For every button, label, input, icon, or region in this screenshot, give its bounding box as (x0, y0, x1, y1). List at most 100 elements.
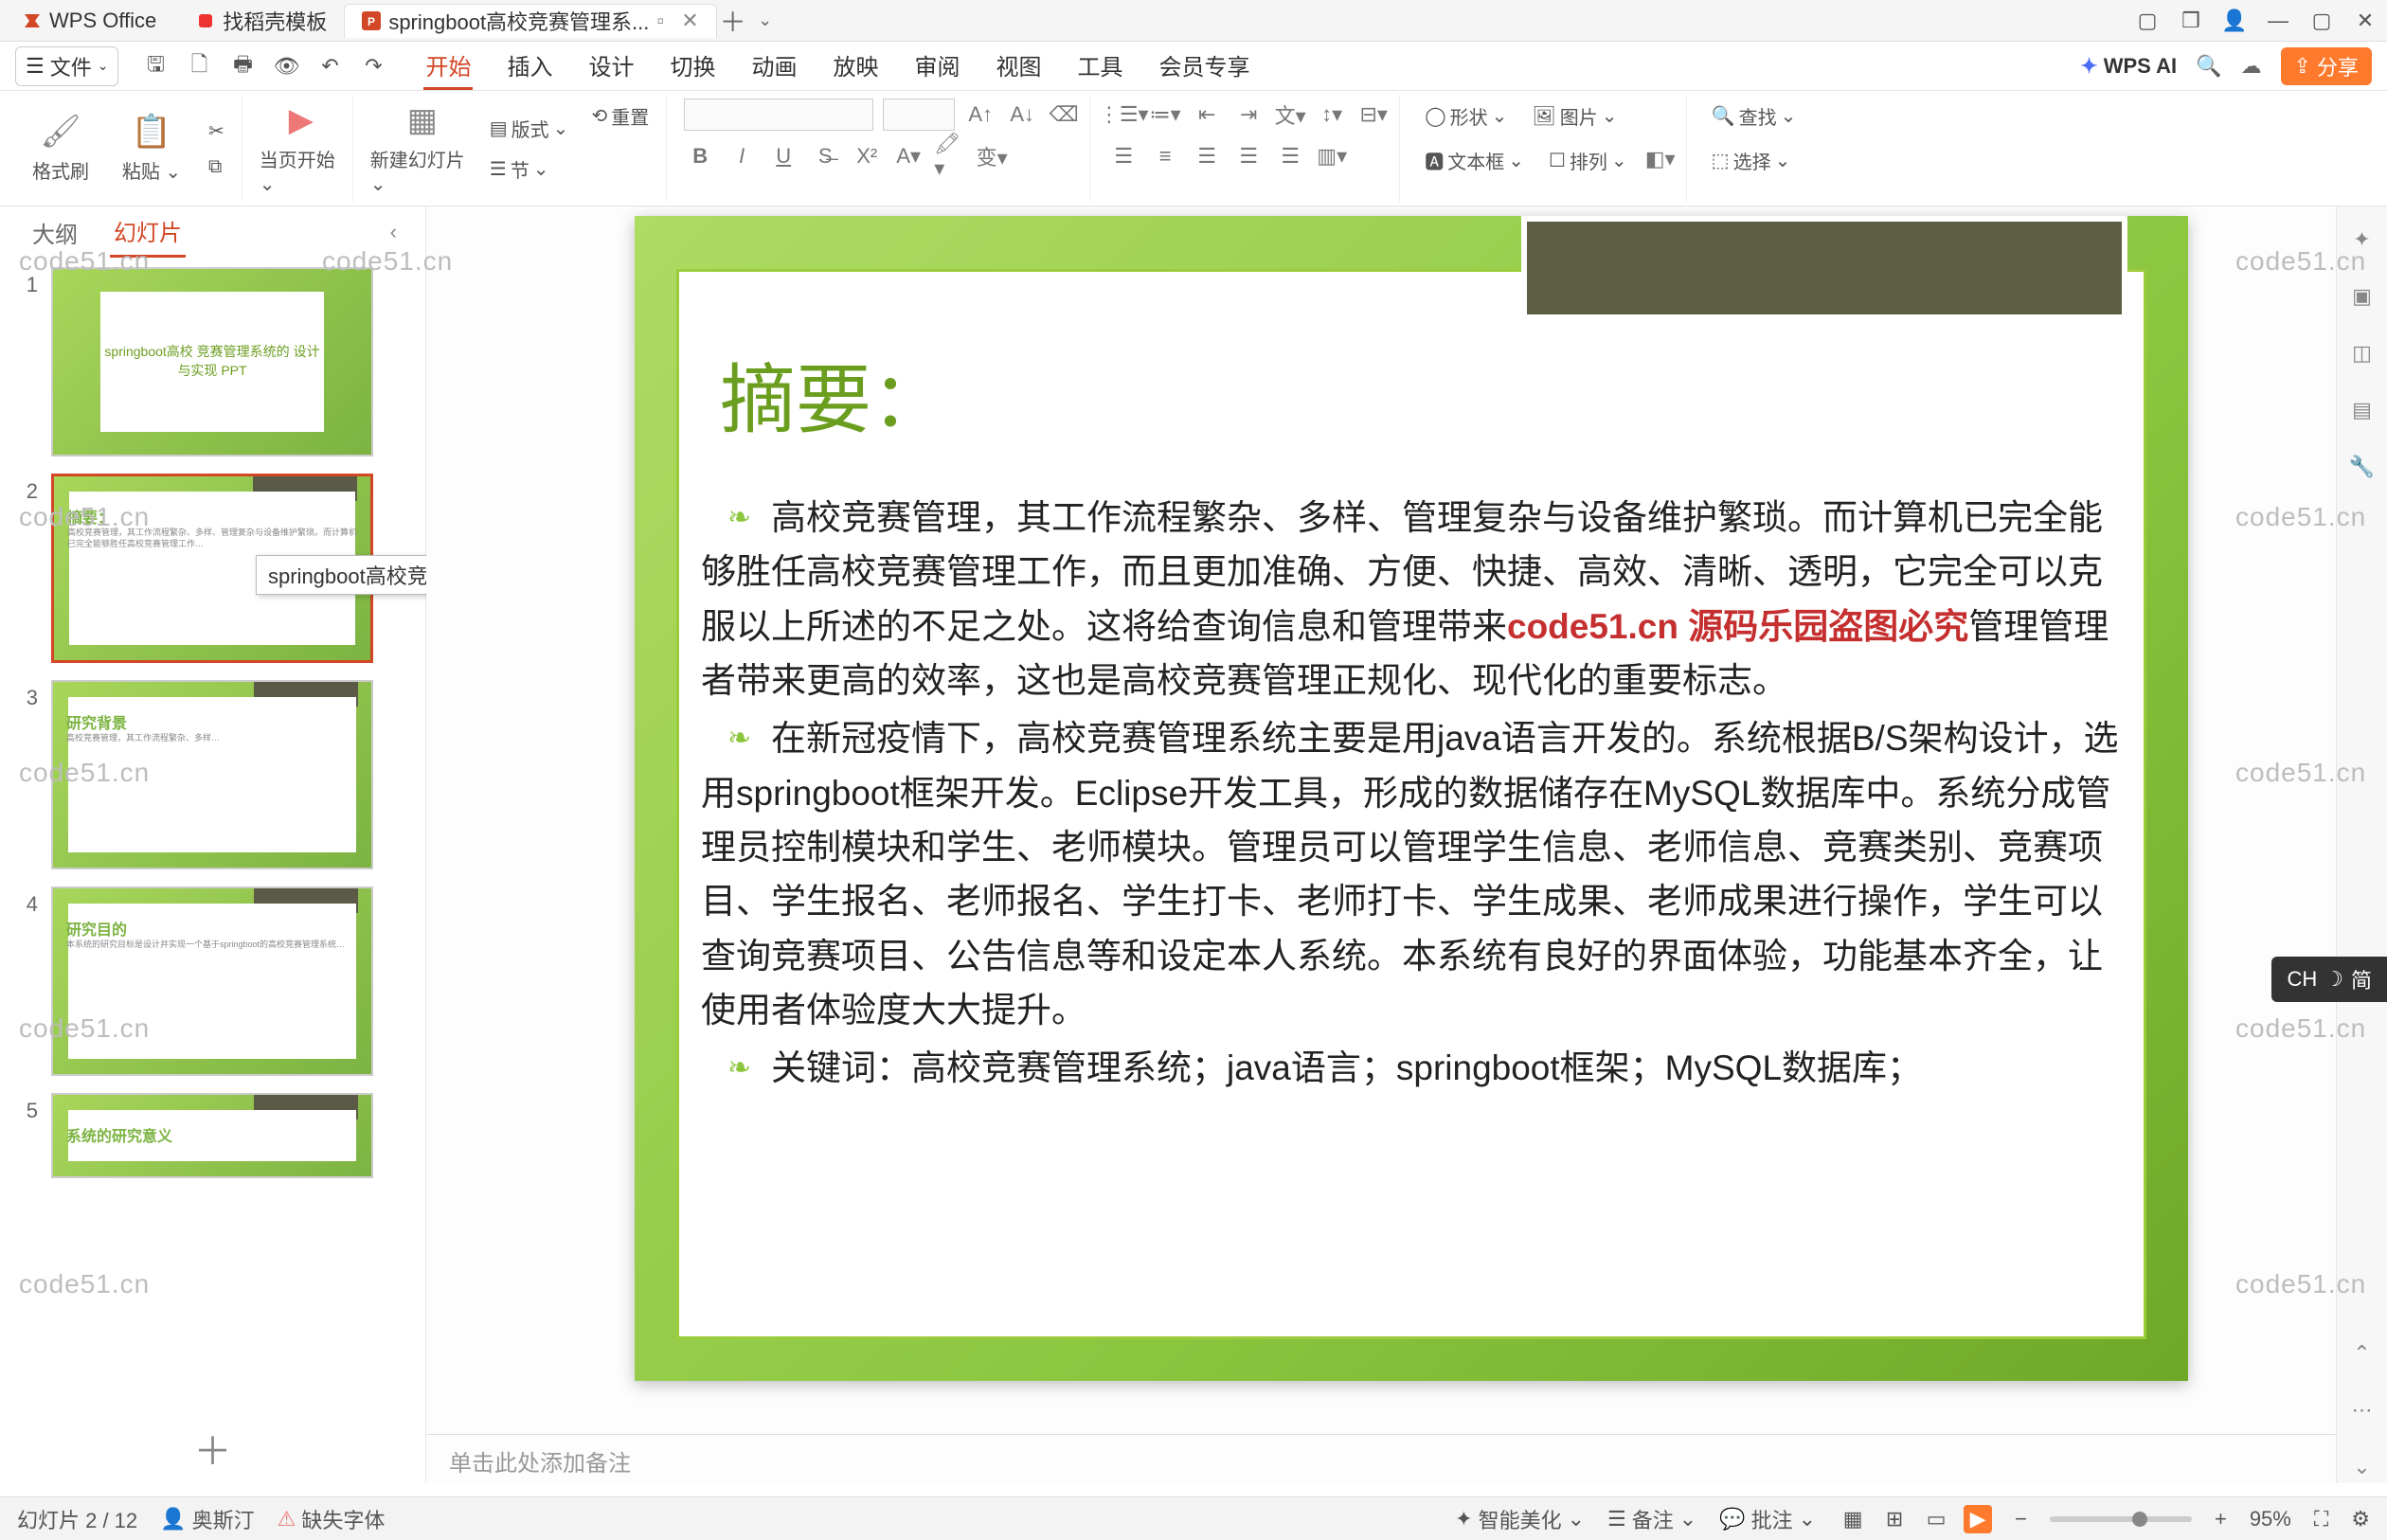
normal-view-icon[interactable]: ▦ (1839, 1505, 1867, 1533)
thumb-row-5[interactable]: 5 系统的研究意义 (13, 1093, 412, 1178)
slideshow-view-icon[interactable]: ▶ (1964, 1505, 1992, 1533)
copy-button[interactable]: ⧉ (201, 152, 232, 182)
line-spacing-icon[interactable]: ↕▾ (1316, 98, 1348, 131)
maximize-button[interactable]: ▢ (2300, 9, 2343, 33)
align-left-icon[interactable]: ☰ (1107, 140, 1140, 172)
slides-tab[interactable]: 幻灯片 (110, 206, 186, 258)
beautify-button[interactable]: ✦智能美化 ⌄ (1455, 1504, 1585, 1534)
layout-button[interactable]: ▤版式 ⌄ (482, 111, 577, 146)
thumbnail[interactable]: springboot高校 竞赛管理系统的 设计与实现 PPT (51, 267, 373, 457)
thumb-row-3[interactable]: 3 研究背景 高校竞赛管理，其工作流程繁杂、多样… (13, 680, 412, 869)
new-tab-button[interactable]: ＋ (717, 2, 749, 40)
thumb-row-1[interactable]: 1 springboot高校 竞赛管理系统的 设计与实现 PPT (13, 267, 412, 457)
comments-toggle[interactable]: 💬批注 ⌄ (1719, 1504, 1816, 1534)
avatar-icon[interactable]: 👤 (2213, 9, 2256, 33)
zoom-slider[interactable] (2050, 1516, 2192, 1522)
find-button[interactable]: 🔍查找 ⌄ (1704, 98, 1804, 134)
font-size-input[interactable] (883, 98, 955, 131)
font-family-input[interactable] (684, 98, 873, 131)
bullets-icon[interactable]: ⋮☰▾ (1107, 98, 1140, 131)
tab-review[interactable]: 审阅 (912, 43, 961, 90)
picture-button[interactable]: 🖼图片 ⌄ (1524, 98, 1624, 134)
slide[interactable]: 摘要： 高校竞赛管理，其工作流程繁杂、多样、管理复杂与设备维护繁琐。而计算机已完… (635, 216, 2188, 1381)
minimize-button[interactable]: — (2256, 9, 2300, 33)
font-color-icon[interactable]: A▾ (892, 140, 924, 172)
sorter-view-icon[interactable]: ⊞ (1880, 1505, 1909, 1533)
cube-icon[interactable]: ❒ (2169, 9, 2213, 33)
tab-view[interactable]: 视图 (994, 43, 1043, 90)
settings-icon[interactable]: ⚙ (2351, 1507, 2370, 1531)
tab-slideshow[interactable]: 放映 (831, 43, 880, 90)
section-button[interactable]: ☰节 ⌄ (482, 152, 577, 187)
tool-icon[interactable]: 🔧 (2346, 451, 2378, 483)
ai-sparkle-icon[interactable]: ✦ (2346, 224, 2378, 256)
distribute-icon[interactable]: ☰ (1274, 140, 1306, 172)
zoom-knob[interactable] (2132, 1512, 2147, 1527)
zoom-value[interactable]: 95% (2250, 1507, 2291, 1531)
highlight-icon[interactable]: 🖍▾ (934, 140, 966, 172)
author-info[interactable]: 👤奥斯汀 (160, 1504, 254, 1534)
align-center-icon[interactable]: ≡ (1149, 140, 1181, 172)
cut-button[interactable]: ✂ (201, 116, 232, 147)
select-button[interactable]: ⬚选择 ⌄ (1704, 143, 1799, 178)
tab-start[interactable]: 开始 (423, 43, 473, 90)
text-direction-icon[interactable]: 文▾ (1274, 98, 1306, 131)
columns-icon[interactable]: ▥▾ (1316, 140, 1348, 172)
tab-animation[interactable]: 动画 (749, 43, 799, 90)
italic-icon[interactable]: I (726, 140, 758, 172)
preview-icon[interactable]: 👁 (274, 54, 298, 79)
object-icon[interactable]: ◫ (2346, 337, 2378, 369)
style-icon[interactable]: ▣ (2346, 280, 2378, 313)
file-menu[interactable]: ☰ 文件 ⌄ (15, 46, 118, 86)
reading-view-icon[interactable]: ▭ (1922, 1505, 1950, 1533)
search-icon[interactable]: 🔍 (2196, 54, 2221, 79)
new-icon[interactable]: 🗋 (187, 54, 211, 79)
chart-icon[interactable]: ▤ (2346, 394, 2378, 426)
numbering-icon[interactable]: ≔▾ (1149, 98, 1181, 131)
slide-title[interactable]: 摘要： (720, 339, 947, 449)
new-slide-button[interactable]: ▦ 新建幻灯片 ⌄ (370, 101, 475, 196)
share-button[interactable]: ⇪ 分享 (2281, 47, 2372, 85)
save-icon[interactable]: 🖫 (143, 54, 168, 79)
arrange-button[interactable]: ☐排列 ⌄ (1541, 143, 1635, 178)
fill-color-icon[interactable]: ◧▾ (1644, 143, 1677, 175)
ime-indicator[interactable]: CH ☽ 简 (2271, 957, 2387, 1002)
textbox-button[interactable]: 🅰文本框 ⌄ (1417, 143, 1532, 178)
superscript-icon[interactable]: X² (851, 140, 883, 172)
align-text-icon[interactable]: ⊟▾ (1357, 98, 1390, 131)
bold-icon[interactable]: B (684, 140, 716, 172)
decrease-font-icon[interactable]: A↓ (1006, 98, 1038, 131)
shape-button[interactable]: ◯形状 ⌄ (1417, 98, 1515, 134)
align-justify-icon[interactable]: ☰ (1232, 140, 1265, 172)
thumb-row-4[interactable]: 4 研究目的 本系统的研究目标是设计并实现一个基于springboot的高校竞赛… (13, 886, 412, 1076)
underline-icon[interactable]: U (767, 140, 799, 172)
from-current-button[interactable]: ▶ 当页开始 ⌄ (260, 101, 343, 196)
fit-screen-icon[interactable]: ⛶ (2314, 1507, 2328, 1531)
slide-body[interactable]: 高校竞赛管理，其工作流程繁杂、多样、管理复杂与设备维护繁琐。而计算机已完全能够胜… (701, 491, 2131, 1100)
missing-font[interactable]: ⚠缺失字体 (278, 1504, 386, 1534)
tab-insert[interactable]: 插入 (505, 43, 554, 90)
wps-ai-button[interactable]: ✦ WPS AI (2080, 54, 2177, 79)
collapse-panel-icon[interactable]: ‹ (390, 220, 397, 244)
print-icon[interactable]: 🖶 (230, 54, 255, 79)
tab-tools[interactable]: 工具 (1075, 43, 1124, 90)
close-window-button[interactable]: ✕ (2343, 9, 2387, 33)
notes-bar[interactable]: 单击此处添加备注 (426, 1434, 2336, 1483)
expand-up-icon[interactable]: ⌃ (2346, 1337, 2378, 1370)
app-tab-wps[interactable]: WPS Office (6, 4, 173, 38)
outline-tab[interactable]: 大纲 (28, 208, 81, 257)
format-painter-button[interactable]: 🖌 格式刷 (19, 113, 102, 184)
redo-icon[interactable]: ↷ (361, 54, 386, 79)
tab-design[interactable]: 设计 (586, 43, 636, 90)
zoom-out-button[interactable]: − (2015, 1507, 2027, 1531)
document-tab[interactable]: P springboot高校竞赛管理系... ▫ ✕ (344, 4, 716, 38)
align-right-icon[interactable]: ☰ (1191, 140, 1223, 172)
reset-button[interactable]: ⟲重置 (583, 98, 656, 134)
close-tab-icon[interactable]: ✕ (681, 9, 698, 33)
notes-toggle[interactable]: ☰备注 ⌄ (1607, 1504, 1696, 1534)
expand-down-icon[interactable]: ⌄ (2346, 1451, 2378, 1483)
canvas-scroll[interactable]: 摘要： 高校竞赛管理，其工作流程繁杂、多样、管理复杂与设备维护繁琐。而计算机已完… (426, 206, 2336, 1434)
undo-icon[interactable]: ↶ (317, 54, 342, 79)
window-layout-icon[interactable]: ▢ (2126, 9, 2169, 33)
strike-icon[interactable]: S̶ (809, 140, 841, 172)
